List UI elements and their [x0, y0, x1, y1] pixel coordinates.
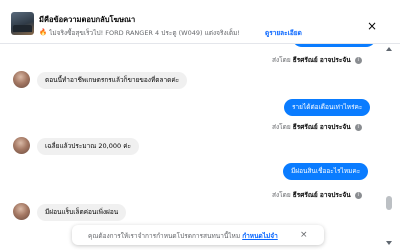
close-icon[interactable]: × — [300, 230, 308, 240]
info-icon[interactable]: i — [354, 191, 362, 199]
preference-notice: คุณต้องการให้เราจำการกำหนดโปรดการสนทนานี… — [72, 225, 324, 245]
message-bubble-incoming[interactable]: มีผ่อนแร็บเล็ตค่อนเพิ่งผ่อน — [37, 204, 127, 221]
preference-notice-link[interactable]: กำหนดไม่จำ — [242, 232, 278, 240]
message-bubble-outgoing[interactable]: มีผ่อนสินเชื่ออะไรไหมคะ — [283, 163, 369, 180]
info-icon[interactable]: i — [354, 123, 362, 131]
sent-by-label: ส่งโดย ธีรศรัณย์ อาจประจัน i — [272, 190, 362, 200]
view-details-link[interactable]: ดูรายละเอียด — [265, 28, 302, 38]
preference-notice-text: คุณต้องการให้เราจำการกำหนดโปรดการสนทนานี… — [88, 231, 278, 241]
scrollbar[interactable] — [384, 45, 394, 250]
message-bubble-outgoing[interactable]: รายได้ต่อเดือนเท่าไหร่คะ — [284, 99, 371, 116]
chat-window: มีคือข้อความตอบกลับโฆษณา 🔥 ไม่จริงซื้อสุข… — [0, 0, 400, 250]
close-icon[interactable]: × — [366, 20, 378, 32]
ad-reply-banner: มีคือข้อความตอบกลับโฆษณา 🔥 ไม่จริงซื้อสุข… — [0, 0, 400, 44]
message-bubble-incoming[interactable]: เฉลี่ยแล้วประมาณ 20,000 ค่ะ — [37, 138, 140, 155]
banner-subtitle: 🔥 ไม่จริงซื้อสุขเร็วไป! FORD RANGER 4 ประ… — [39, 28, 239, 38]
sender-name: ธีรศรัณย์ อาจประจัน — [292, 191, 351, 199]
sender-name: ธีรศรัณย์ อาจประจัน — [292, 56, 351, 64]
avatar[interactable] — [13, 137, 30, 154]
sent-by-prefix: ส่งโดย — [272, 56, 291, 64]
scrollbar-thumb[interactable] — [386, 196, 392, 210]
scroll-down-arrow-icon[interactable] — [386, 241, 392, 245]
sender-name: ธีรศรัณย์ อาจประจัน — [292, 123, 351, 131]
banner-subtitle-text: ไม่จริงซื้อสุขเร็วไป! FORD RANGER 4 ประต… — [49, 29, 240, 37]
sent-by-label: ส่งโดย ธีรศรัณย์ อาจประจัน i — [272, 122, 362, 132]
info-icon[interactable]: i — [354, 56, 362, 64]
avatar[interactable] — [13, 203, 30, 220]
sent-by-prefix: ส่งโดย — [272, 123, 291, 131]
avatar[interactable] — [13, 71, 30, 88]
flame-icon: 🔥 — [39, 28, 48, 36]
banner-title: มีคือข้อความตอบกลับโฆษณา — [39, 15, 136, 24]
preference-notice-message: คุณต้องการให้เราจำการกำหนดโปรดการสนทนานี… — [88, 232, 241, 240]
scroll-up-arrow-icon[interactable] — [386, 47, 392, 51]
sent-by-prefix: ส่งโดย — [272, 191, 291, 199]
ad-thumbnail[interactable] — [11, 12, 34, 35]
message-bubble-incoming[interactable]: ตอนนี้ทำอาชีพเกษตรกรแล้วก็ขายของที่ตลาดค… — [37, 72, 188, 89]
sent-by-label: ส่งโดย ธีรศรัณย์ อาจประจัน i — [272, 55, 362, 65]
